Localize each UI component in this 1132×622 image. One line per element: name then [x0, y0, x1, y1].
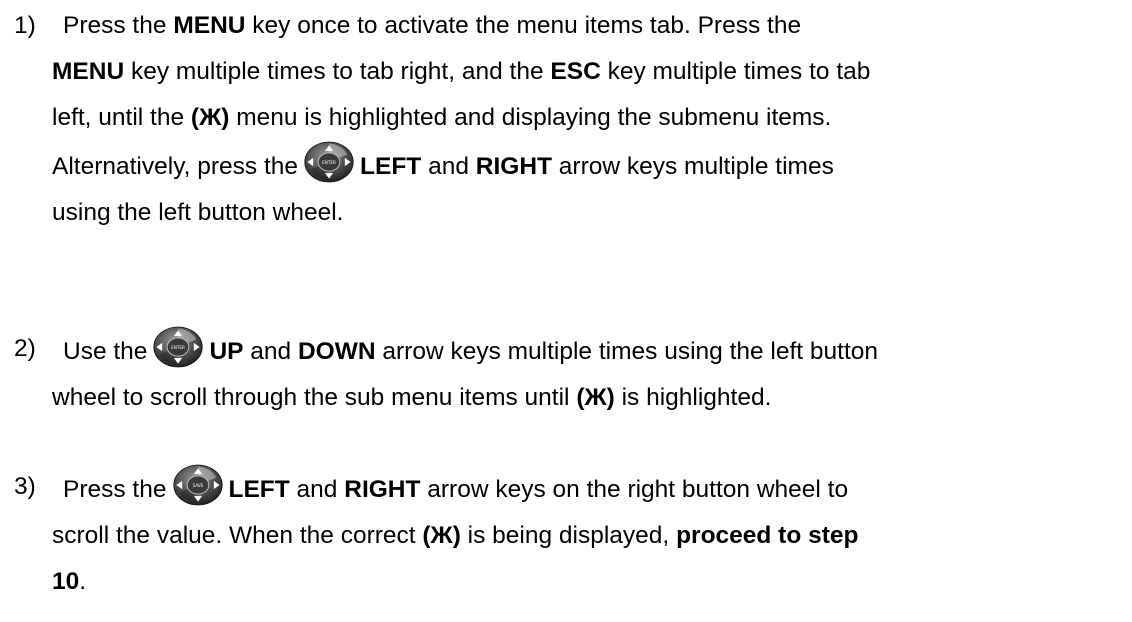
bold-text: proceed to step [676, 522, 859, 549]
bold-text: (Ж) [576, 384, 615, 411]
text-segment: left, until the [52, 104, 191, 131]
text-line: 10. [52, 559, 1127, 605]
bold-text: LEFT [360, 153, 422, 180]
step-text: Use the ENTER UP and DOWN arrow keys multi… [52, 326, 1127, 421]
text-segment: and [421, 153, 476, 180]
direction-pad-icon: SAVE [172, 464, 223, 506]
text-segment: is being displayed, [460, 522, 677, 549]
step-text: Press the MENU key once to activate the … [52, 3, 1127, 236]
text-segment: is highlighted. [614, 384, 772, 411]
pad-center-label: ENTER [322, 160, 336, 165]
bold-text: LEFT [228, 476, 290, 503]
text-line: Alternatively, press the ENTER LEFT and RI… [52, 141, 1127, 190]
text-segment: menu is highlighted and displaying the s… [229, 104, 832, 131]
text-segment: arrow keys on the right button wheel to [420, 476, 849, 503]
step-number: 2) [14, 335, 36, 362]
text-line: Use the ENTER UP and DOWN arrow keys multi… [52, 326, 1127, 375]
bold-text: (Ж) [190, 104, 230, 131]
text-segment: and [289, 476, 345, 503]
bold-text: DOWN [297, 338, 376, 365]
text-segment: using the left button wheel. [52, 199, 344, 226]
instruction-document: 1) Press the MENU key once to activate t… [0, 0, 1132, 622]
bold-text: (Ж) [422, 522, 461, 549]
text-line: wheel to scroll through the sub menu ite… [52, 375, 1127, 421]
bold-text: 10 [52, 568, 80, 595]
step-text: Press the SAVE LEFT and RIGHT arrow keys o… [52, 464, 1127, 605]
text-segment: key multiple times to tab [600, 58, 871, 85]
text-segment: Press the [63, 476, 167, 503]
bold-text: MENU [173, 12, 246, 39]
pad-center-label: ENTER [172, 345, 186, 350]
text-segment: key once to activate the menu items tab.… [245, 12, 802, 39]
text-segment: arrow keys multiple times [552, 153, 834, 180]
bold-text: ESC [550, 58, 601, 85]
text-segment: Use the [63, 338, 148, 365]
bold-text: RIGHT [475, 153, 552, 180]
text-segment: Alternatively, press the [52, 153, 299, 180]
text-line: left, until the (Ж) menu is highlighted … [52, 95, 1127, 141]
text-line: Press the MENU key once to activate the … [52, 3, 1127, 49]
text-segment: and [243, 338, 298, 365]
text-segment: arrow keys multiple times using the left… [375, 338, 879, 365]
text-segment: key multiple times to tab right, and the [124, 58, 551, 85]
text-line: MENU key multiple times to tab right, an… [52, 49, 1127, 95]
text-line: Press the SAVE LEFT and RIGHT arrow keys o… [52, 464, 1127, 513]
direction-pad-icon: ENTER [153, 326, 204, 368]
bold-text: RIGHT [344, 476, 421, 503]
step-number: 3) [14, 473, 36, 500]
pad-center-label: SAVE [192, 483, 203, 488]
text-segment: . [79, 568, 87, 595]
text-segment: Press the [63, 12, 174, 39]
bold-text: MENU [52, 58, 125, 85]
text-segment: scroll the value. When the correct [52, 522, 423, 549]
direction-pad-icon: ENTER [304, 141, 354, 183]
text-line: using the left button wheel. [52, 190, 1127, 236]
text-segment: wheel to scroll through the sub menu ite… [52, 384, 577, 411]
step-number: 1) [14, 12, 36, 39]
text-line: scroll the value. When the correct (Ж) i… [52, 513, 1127, 559]
bold-text: UP [209, 338, 244, 365]
